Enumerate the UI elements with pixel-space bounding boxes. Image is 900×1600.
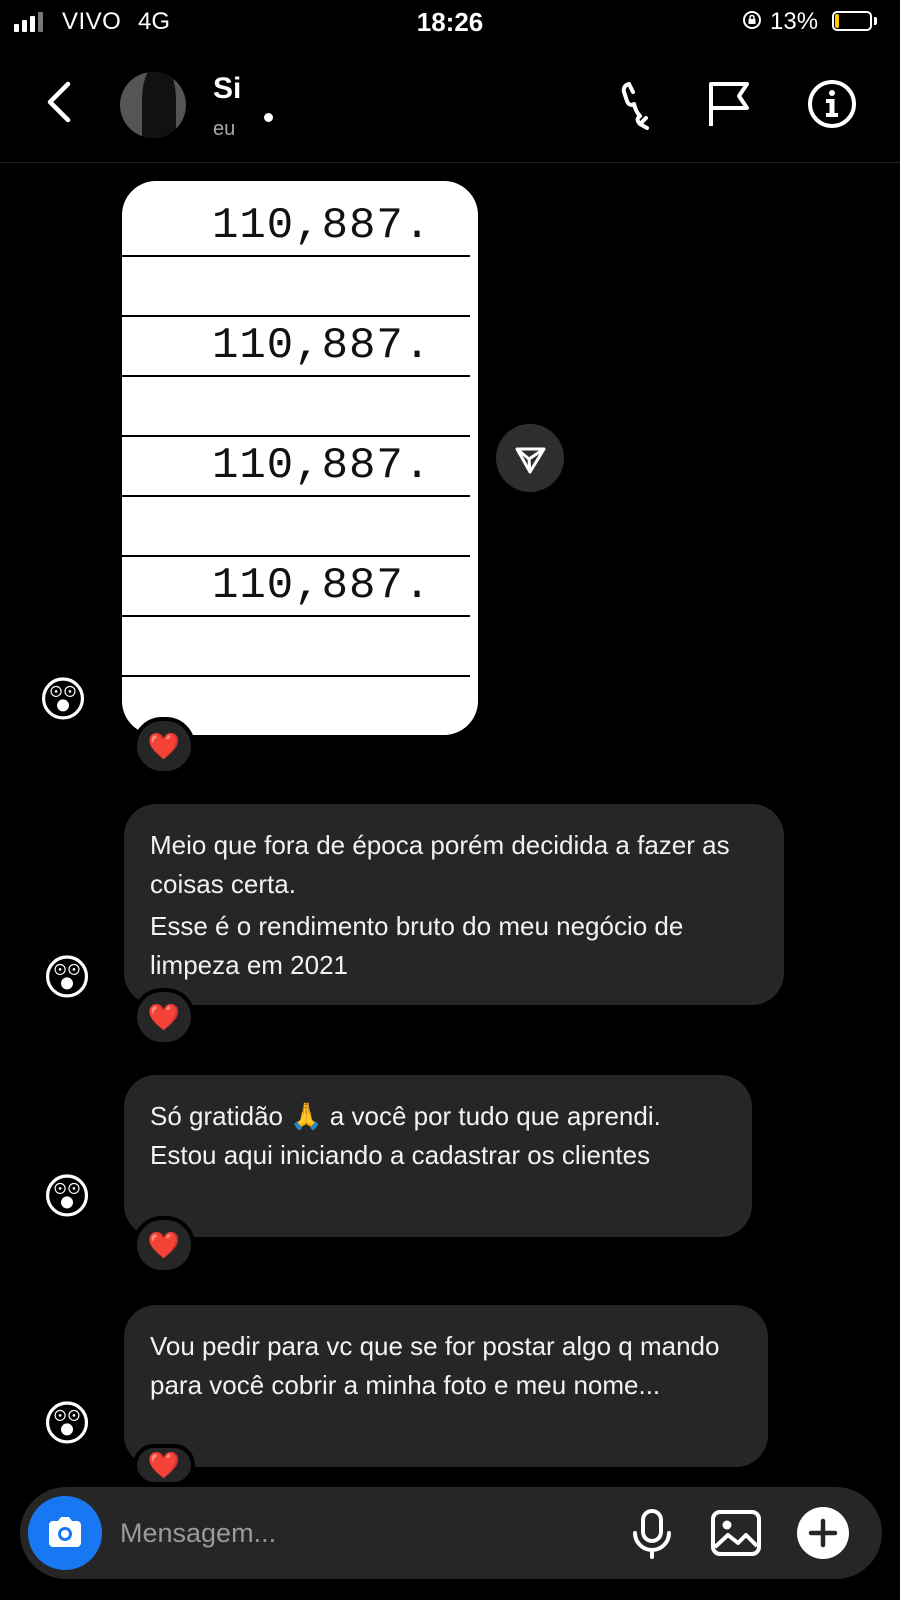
clock: 18:26 (416, 7, 484, 37)
sender-avatar: 😲 (41, 1171, 93, 1224)
message-bubble[interactable]: Vou pedir para vc que se for postar algo… (124, 1305, 768, 1467)
image-text-line: 110,887. (212, 441, 432, 491)
ruled-line (122, 315, 470, 317)
image-text-line: 110,887. (212, 201, 432, 251)
image-message[interactable]: 110,887. 110,887. 110,887. 110,887. (122, 181, 478, 735)
message-bubble[interactable]: Só gratidão 🙏 a você por tudo que aprend… (124, 1075, 752, 1237)
image-text-line: 110,887. (212, 561, 432, 611)
heart-icon: ❤️ (147, 730, 181, 761)
battery-level (835, 14, 839, 28)
ruled-line (122, 435, 470, 437)
status-bar: VIVO 4G 18:26 13% (0, 0, 900, 44)
reaction-badge[interactable]: ❤️ (133, 988, 195, 1046)
reaction-badge[interactable]: ❤️ (133, 1444, 195, 1486)
message-text: Esse é o rendimento bruto do meu negócio… (150, 911, 684, 980)
camera-icon[interactable] (28, 1496, 102, 1570)
message-text: Meio que fora de época porém decidida a … (150, 830, 730, 899)
reaction-badge[interactable]: ❤️ (133, 1216, 195, 1274)
back-icon[interactable] (40, 78, 80, 126)
heart-icon: ❤️ (147, 1229, 181, 1260)
contact-avatar[interactable] (120, 72, 186, 138)
phone-icon[interactable] (612, 78, 664, 130)
heart-icon: ❤️ (147, 1001, 181, 1032)
message-text: Vou pedir para vc que se for postar algo… (150, 1331, 720, 1400)
ruled-line (122, 255, 470, 257)
contact-subtitle: eu (213, 118, 236, 140)
share-icon[interactable] (496, 424, 564, 492)
info-icon[interactable] (806, 78, 858, 130)
header-divider (0, 162, 900, 163)
add-icon[interactable] (795, 1505, 851, 1561)
online-dot (264, 113, 273, 122)
contact-name[interactable]: Si (213, 72, 241, 106)
microphone-icon[interactable] (624, 1505, 680, 1561)
battery-cap (874, 17, 877, 25)
flag-icon[interactable] (703, 78, 755, 130)
sender-avatar: 😲 (41, 1398, 93, 1451)
sender-avatar: 😲 (37, 674, 89, 727)
ruled-line (122, 495, 470, 497)
message-input[interactable] (120, 1505, 600, 1561)
ruled-line (122, 615, 470, 617)
gallery-icon[interactable] (708, 1505, 764, 1561)
message-text: Só gratidão 🙏 a você por tudo que aprend… (150, 1101, 661, 1170)
battery-percent: 13% (770, 8, 819, 35)
heart-icon: ❤️ (147, 1449, 181, 1480)
ruled-line (122, 555, 470, 557)
sender-avatar: 😲 (41, 952, 93, 1005)
orientation-lock-icon (743, 11, 761, 29)
ruled-line (122, 675, 470, 677)
message-bubble[interactable]: Meio que fora de época porém decidida a … (124, 804, 784, 1005)
reaction-badge[interactable]: ❤️ (133, 717, 195, 775)
ruled-line (122, 375, 470, 377)
image-text-line: 110,887. (212, 321, 432, 371)
